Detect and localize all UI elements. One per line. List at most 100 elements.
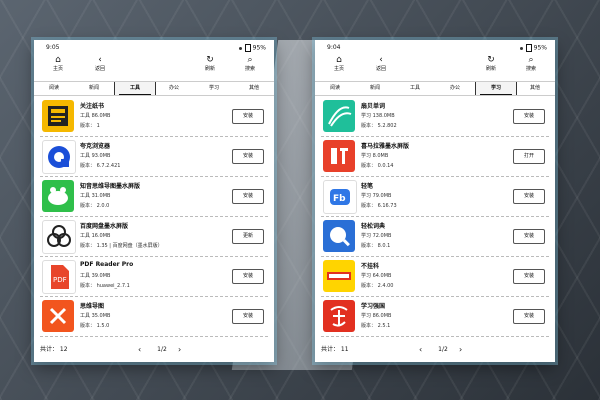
refresh-icon: ↻	[206, 55, 214, 65]
toolbar: ⌂ 主页 ‹ 返回 ↻ 刷新 ⌕ 搜索	[40, 55, 268, 77]
app-meta: 学习 64.0MB	[361, 273, 392, 279]
list-item[interactable]: Fb 轻笔 学习 79.0MB 版本： 6.16.73 安装	[321, 177, 549, 217]
app-meta: 学习 72.0MB	[361, 233, 392, 239]
quark-icon	[42, 140, 76, 174]
app-name: 轻笔	[361, 183, 374, 190]
app-meta: 工具 16.0MB	[80, 233, 111, 239]
install-button[interactable]: 安装	[513, 309, 545, 324]
app-meta: 学习 138.0MB	[361, 113, 395, 119]
dict-icon	[323, 220, 355, 252]
list-item[interactable]: 知音思维导图墨水屏版 工具 31.0MB 版本： 2.0.0 安装	[40, 177, 268, 217]
app-store-screen-study: 9:04 95% ⌂ 主页 ‹ 返回 ↻ 刷新 ⌕ 搜索 阅读 新闻 工具 办公 学习 …	[315, 40, 555, 362]
xmind-icon	[42, 300, 74, 332]
install-button[interactable]: 安装	[513, 189, 545, 204]
home-button[interactable]: ⌂ 主页	[40, 55, 76, 72]
baidupan-icon	[42, 220, 76, 254]
back-button[interactable]: ‹ 返回	[82, 55, 118, 72]
tab-office[interactable]: 办公	[435, 82, 475, 95]
install-button[interactable]: 安装	[232, 269, 264, 284]
app-name: 思维导图	[80, 303, 105, 310]
buguake-icon	[323, 260, 355, 292]
app-meta: 学习 79.0MB	[361, 193, 392, 199]
app-version: 版本： 6.16.73	[361, 203, 397, 209]
page-indicator: 1/2	[157, 346, 167, 353]
list-item[interactable]: 夸克浏览器 工具 93.0MB 版本： 6.7.2.421 安装	[40, 137, 268, 177]
install-button[interactable]: 安装	[232, 309, 264, 324]
total-count: 共计： 12	[40, 346, 68, 353]
app-list: 关注纸书 工具 86.0MB 版本： 1 安装 夸克浏览器 工具 93.0MB …	[40, 97, 268, 337]
app-version: 版本： 1	[80, 123, 100, 129]
install-button[interactable]: 安装	[232, 149, 264, 164]
battery-level: 95%	[533, 44, 547, 52]
app-version: 版本： 8.0.1	[361, 243, 391, 249]
app-name: 夸克浏览器	[80, 143, 111, 150]
next-page-icon[interactable]: ›	[178, 342, 181, 358]
tab-study[interactable]: 学习	[194, 82, 234, 95]
update-button[interactable]: 更新	[232, 229, 264, 244]
list-item[interactable]: 轻松词典 学习 72.0MB 版本： 8.0.1 安装	[321, 217, 549, 257]
clock: 9:04	[327, 44, 341, 51]
install-button[interactable]: 安装	[232, 109, 264, 124]
tab-reading[interactable]: 阅读	[34, 82, 74, 95]
svg-text:Fb: Fb	[333, 194, 346, 204]
tab-study[interactable]: 学习	[475, 82, 517, 95]
tab-tools[interactable]: 工具	[395, 82, 435, 95]
battery-icon	[244, 44, 251, 52]
page-indicator: 1/2	[438, 346, 448, 353]
list-item[interactable]: 关注纸书 工具 86.0MB 版本： 1 安装	[40, 97, 268, 137]
pagination-footer: 共计： 12 ‹ 1/2 ›	[40, 342, 268, 358]
app-name: 知音思维导图墨水屏版	[80, 183, 141, 190]
status-bar: 9:04 95%	[327, 44, 547, 54]
tab-reading[interactable]: 阅读	[315, 82, 355, 95]
app-name: 百度网盘墨水屏版	[80, 223, 129, 230]
list-item[interactable]: 学习强国 学习 86.0MB 版本： 2.5.1 安装	[321, 297, 549, 337]
app-name: 不挂科	[361, 263, 380, 270]
install-button[interactable]: 安装	[513, 109, 545, 124]
list-item[interactable]: 百度网盘墨水屏版 工具 16.0MB 版本： 1.35 | 百度网盘（墨水屏版）…	[40, 217, 268, 257]
refresh-button[interactable]: ↻ 刷新	[192, 55, 228, 72]
app-meta: 工具 39.0MB	[80, 273, 111, 279]
category-tabs: 阅读 新闻 工具 办公 学习 其他	[34, 81, 274, 96]
install-button[interactable]: 安装	[513, 269, 545, 284]
tab-news[interactable]: 新闻	[74, 82, 114, 95]
tab-news[interactable]: 新闻	[355, 82, 395, 95]
install-button[interactable]: 安装	[232, 189, 264, 204]
category-tabs: 阅读 新闻 工具 办公 学习 其他	[315, 81, 555, 96]
app-version: 版本： 5.2.802	[361, 123, 397, 129]
app-store-screen-tools: 9:05 95% ⌂ 主页 ‹ 返回 ↻ 刷新 ⌕ 搜索 阅读 新闻 工具 办公 学习 …	[34, 40, 274, 362]
search-button[interactable]: ⌕ 搜索	[513, 55, 549, 72]
shanbay-icon	[323, 100, 355, 132]
tab-other[interactable]: 其他	[234, 82, 274, 95]
back-button[interactable]: ‹ 返回	[363, 55, 399, 72]
app-meta: 工具 86.0MB	[80, 113, 111, 119]
list-item[interactable]: 不挂科 学习 64.0MB 版本： 2.4.00 安装	[321, 257, 549, 297]
next-page-icon[interactable]: ›	[459, 342, 462, 358]
open-button[interactable]: 打开	[513, 149, 545, 164]
app-version: 版本： 2.0.0	[80, 203, 110, 209]
notification-dot-icon	[519, 46, 523, 50]
list-item[interactable]: 思维导图 工具 35.0MB 版本： 1.5.0 安装	[40, 297, 268, 337]
install-button[interactable]: 安装	[513, 229, 545, 244]
home-button[interactable]: ⌂ 主页	[321, 55, 357, 72]
tab-tools[interactable]: 工具	[114, 82, 156, 95]
app-version: 版本： 1.5.0	[80, 323, 110, 329]
app-meta: 学习 8.0MB	[361, 153, 389, 159]
app-name: 关注纸书	[80, 103, 105, 110]
app-version: 版本： 6.7.2.421	[80, 163, 121, 169]
search-button[interactable]: ⌕ 搜索	[232, 55, 268, 72]
list-item[interactable]: PDF PDF Reader Pro 工具 39.0MB 版本： huawei_…	[40, 257, 268, 297]
status-bar: 9:05 95%	[46, 44, 266, 54]
toolbar: ⌂ 主页 ‹ 返回 ↻ 刷新 ⌕ 搜索	[321, 55, 549, 77]
tab-other[interactable]: 其他	[515, 82, 555, 95]
refresh-button[interactable]: ↻ 刷新	[473, 55, 509, 72]
list-item[interactable]: 喜马拉雅墨水屏版 学习 8.0MB 版本： 0.0.14 打开	[321, 137, 549, 177]
svg-text:PDF: PDF	[53, 276, 67, 284]
list-item[interactable]: 扇贝单词 学习 138.0MB 版本： 5.2.802 安装	[321, 97, 549, 137]
zhishu-icon	[42, 100, 74, 132]
app-name: 轻松词典	[361, 223, 386, 230]
mindmap-icon	[42, 180, 74, 212]
home-icon: ⌂	[55, 55, 61, 65]
app-name: 喜马拉雅墨水屏版	[361, 143, 410, 150]
pdf-icon: PDF	[42, 260, 76, 294]
tab-office[interactable]: 办公	[154, 82, 194, 95]
